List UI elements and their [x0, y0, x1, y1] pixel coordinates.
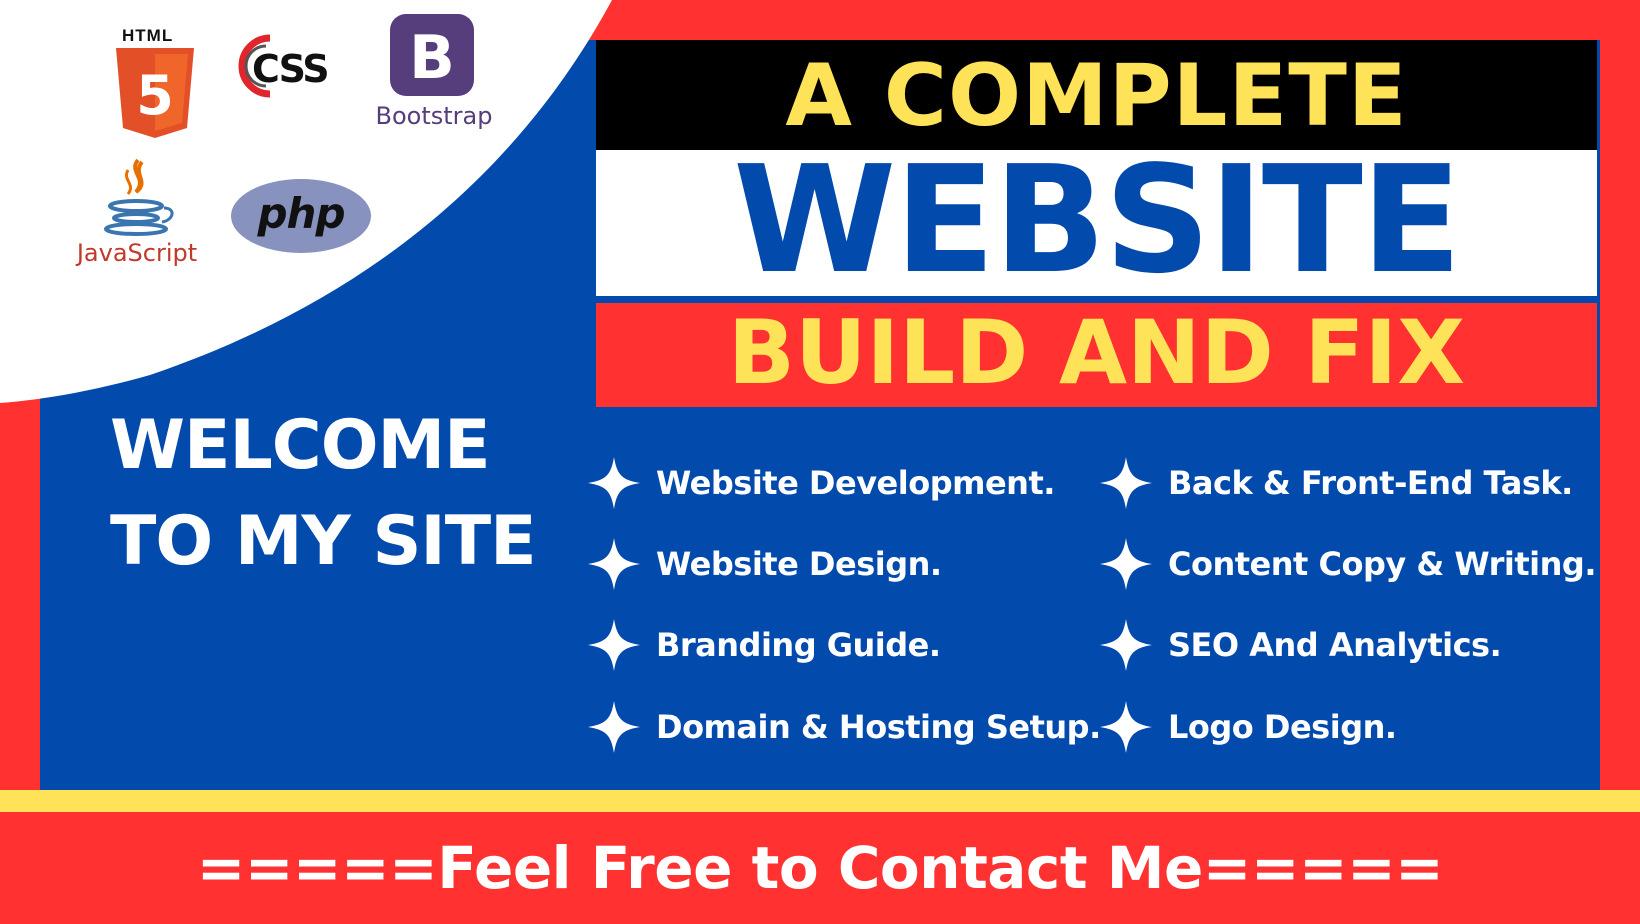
title-line-1: A COMPLETE — [785, 46, 1408, 146]
service-item: Website Design. — [586, 536, 942, 592]
service-label: Content Copy & Writing. — [1168, 545, 1596, 583]
title-line-3: BUILD AND FIX — [727, 301, 1466, 404]
bootstrap-label: Bootstrap — [376, 102, 493, 130]
service-label: Back & Front-End Task. — [1168, 464, 1573, 502]
service-item: SEO And Analytics. — [1098, 617, 1502, 673]
welcome-line-2: TO MY SITE — [110, 502, 537, 581]
service-item: Domain & Hosting Setup. — [586, 699, 1101, 755]
four-point-star-icon — [588, 619, 640, 671]
four-point-star-icon — [1100, 457, 1152, 509]
html5-logo-icon: 5 — [116, 48, 194, 138]
four-point-star-icon — [1100, 538, 1152, 590]
four-point-star-icon — [588, 457, 640, 509]
css-logo-icon: CSS — [238, 34, 330, 98]
bootstrap-logo-icon: B Bootstrap — [376, 14, 493, 130]
bootstrap-letter: B — [409, 23, 455, 93]
service-label: Branding Guide. — [656, 626, 941, 664]
four-point-star-icon — [1100, 701, 1152, 753]
php-logo-icon: php — [231, 179, 371, 253]
welcome-line-1: WELCOME — [110, 406, 491, 485]
html5-number: 5 — [136, 64, 174, 127]
service-label: SEO And Analytics. — [1168, 626, 1502, 664]
welcome-heading: WELCOME TO MY SITE — [110, 398, 537, 590]
css-label: CSS — [252, 47, 328, 91]
four-point-star-icon — [588, 538, 640, 590]
service-item: Logo Design. — [1098, 699, 1397, 755]
javascript-logo-icon: JavaScript — [75, 158, 197, 267]
yellow-divider — [0, 790, 1640, 812]
service-item: Back & Front-End Task. — [1098, 455, 1573, 511]
service-label: Website Development. — [656, 464, 1055, 502]
service-label: Logo Design. — [1168, 708, 1397, 746]
title-line-2: WEBSITE — [733, 134, 1462, 306]
service-item: Content Copy & Writing. — [1098, 536, 1596, 592]
javascript-label: JavaScript — [75, 239, 197, 267]
four-point-star-icon — [588, 701, 640, 753]
service-label: Website Design. — [656, 545, 942, 583]
four-point-star-icon — [1100, 619, 1152, 671]
service-item: Website Development. — [586, 455, 1055, 511]
html5-label: HTML — [122, 26, 174, 45]
service-item: Branding Guide. — [586, 617, 941, 673]
php-label: php — [256, 189, 344, 238]
service-label: Domain & Hosting Setup. — [656, 708, 1101, 746]
contact-footer: =====Feel Free to Contact Me===== — [196, 834, 1444, 902]
